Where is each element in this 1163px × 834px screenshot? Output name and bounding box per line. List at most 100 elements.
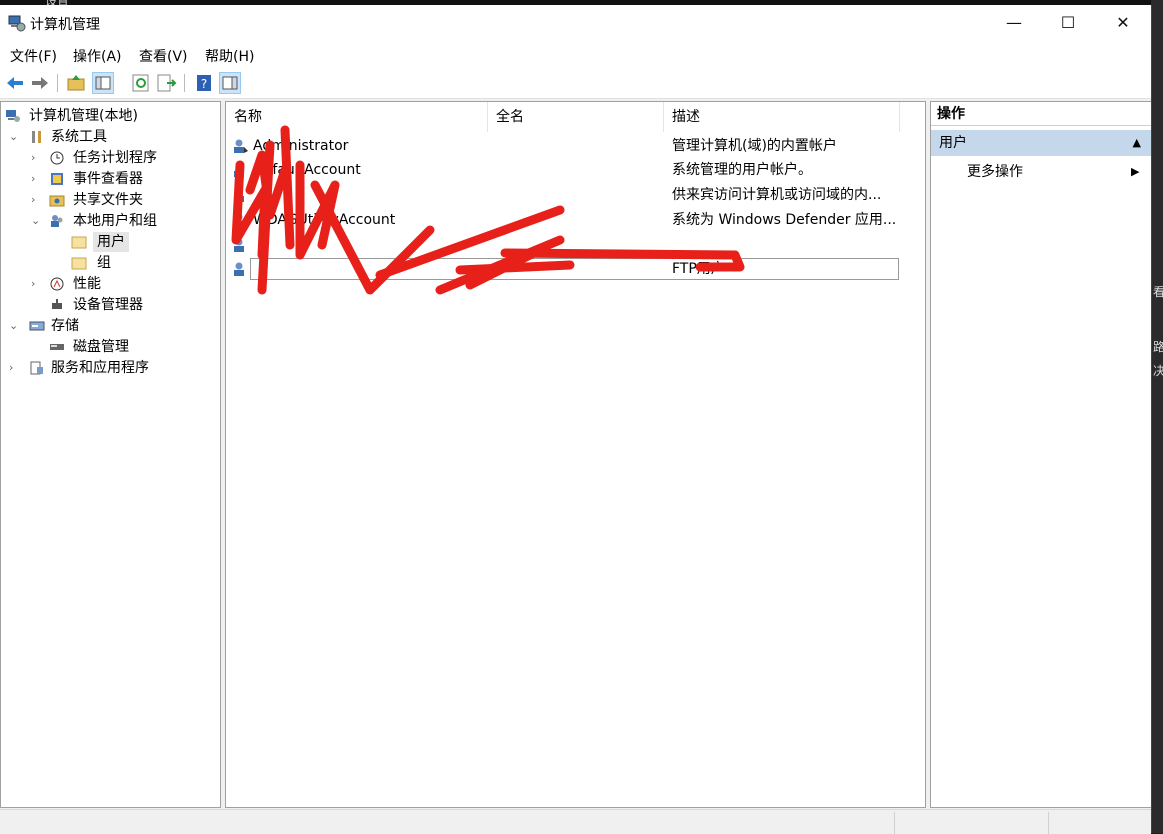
chevron-right-icon[interactable]: › [31, 190, 43, 210]
minimize-button[interactable]: — [991, 5, 1037, 40]
column-description-header[interactable]: 描述 [664, 102, 900, 132]
tree-services-apps[interactable]: › 服务和应用程序 [9, 358, 214, 378]
storage-icon [29, 321, 45, 331]
chevron-down-icon[interactable]: ⌄ [9, 127, 21, 147]
status-separator [1048, 812, 1049, 834]
user-description-cell: 管理计算机(域)的内置帐户 [672, 138, 837, 154]
tree-users-label: 用户 [93, 232, 129, 252]
tree-local-users-groups[interactable]: ⌄ 本地用户和组 [31, 211, 216, 231]
tree-device-manager-label: 设备管理器 [73, 297, 143, 313]
folder-icon [71, 236, 87, 249]
user-description-cell: FTP用户 [672, 261, 725, 277]
tree-disk-management-label: 磁盘管理 [73, 339, 129, 355]
status-separator [894, 812, 895, 834]
tree-groups[interactable]: 组 [71, 253, 201, 273]
actions-header: 操作 [931, 102, 1151, 126]
tree-shared-folders[interactable]: › 共享文件夹 [31, 190, 216, 210]
user-icon [234, 139, 248, 153]
user-name-cell: DefaultAccount [253, 162, 361, 178]
user-row-guest[interactable]: 供来宾访问计算机或访问域的内... [226, 183, 906, 207]
menu-action[interactable]: 操作(A) [73, 46, 122, 66]
tree-services-apps-label: 服务和应用程序 [51, 360, 149, 376]
clock-icon [50, 151, 64, 165]
window-title: 计算机管理 [30, 17, 100, 33]
collapse-icon[interactable]: ▲ [1133, 130, 1141, 156]
action-pane-icon [222, 76, 238, 90]
submenu-arrow-icon[interactable]: ▶ [1131, 160, 1139, 184]
background-text-right3: 决 [1153, 364, 1163, 378]
tree-performance-label: 性能 [73, 276, 101, 292]
tree-root[interactable]: 计算机管理(本地) [5, 106, 215, 126]
refresh-icon[interactable] [130, 72, 152, 94]
tree-storage-label: 存储 [51, 318, 79, 334]
tools-icon [32, 131, 41, 143]
services-icon [30, 361, 43, 375]
user-row-administrator[interactable]: Administrator 管理计算机(域)的内置帐户 [226, 134, 906, 158]
tree-task-scheduler[interactable]: › 任务计划程序 [31, 148, 216, 168]
tree-event-viewer-label: 事件查看器 [73, 171, 143, 187]
actions-section-label: 用户 [939, 135, 967, 151]
svg-text:?: ? [201, 77, 207, 91]
event-viewer-icon [51, 173, 63, 185]
column-name-header[interactable]: 名称 [226, 102, 488, 132]
show-hide-console-tree-button[interactable] [92, 72, 114, 94]
computer-management-icon [6, 110, 20, 122]
help-icon[interactable]: ? [193, 72, 215, 94]
disk-icon [50, 344, 64, 350]
folder-icon [71, 257, 87, 270]
actions-section-users[interactable]: 用户 ▲ [931, 130, 1151, 156]
toolbar-separator [184, 74, 185, 92]
chevron-down-icon[interactable]: ⌄ [31, 211, 43, 231]
tree-performance[interactable]: › 性能 [31, 274, 216, 294]
chevron-right-icon[interactable]: › [9, 358, 21, 378]
user-icon [234, 213, 244, 227]
export-list-icon[interactable] [155, 72, 177, 94]
user-icon [234, 238, 244, 252]
menu-help[interactable]: 帮助(H) [205, 46, 254, 66]
user-row-redacted-1[interactable] [226, 233, 906, 257]
computer-management-window: 计算机管理 — ☐ ✕ 文件(F) 操作(A) 查看(V) 帮助(H) ? 计算… [0, 5, 1152, 834]
close-button[interactable]: ✕ [1100, 5, 1146, 40]
status-bar [0, 809, 1151, 834]
user-description-cell: 系统为 Windows Defender 应用... [672, 212, 897, 228]
tree-groups-label: 组 [97, 255, 111, 271]
actions-pane: 操作 用户 ▲ 更多操作 ▶ [930, 101, 1151, 808]
column-fullname-header[interactable]: 全名 [488, 102, 664, 132]
more-actions-item[interactable]: 更多操作 [967, 160, 1023, 184]
user-icon [234, 262, 244, 276]
toolbar: ? [0, 68, 1151, 99]
tree-disk-management[interactable]: 磁盘管理 [31, 337, 216, 357]
users-list-pane: 名称 全名 描述 Administrator 管理计算机(域)的内置帐户 Def… [225, 101, 926, 808]
show-hide-action-pane-button[interactable] [219, 72, 241, 94]
more-actions-label: 更多操作 [967, 164, 1023, 180]
user-row-redacted-2[interactable]: FTP用户 [226, 257, 906, 281]
menu-view[interactable]: 查看(V) [139, 46, 188, 66]
user-description-cell: 供来宾访问计算机或访问域的内... [672, 187, 882, 203]
chevron-right-icon[interactable]: › [31, 274, 43, 294]
forward-arrow-icon[interactable] [29, 72, 51, 94]
user-name-cell: Administrator [253, 138, 349, 154]
up-folder-icon[interactable] [65, 72, 87, 94]
menu-file[interactable]: 文件(F) [10, 46, 57, 66]
user-row-wdagutilityaccount[interactable]: WDAGUtilityAccount 系统为 Windows Defender … [226, 208, 906, 232]
chevron-right-icon[interactable]: › [31, 169, 43, 189]
maximize-button[interactable]: ☐ [1045, 5, 1091, 40]
title-bar[interactable]: 计算机管理 — ☐ ✕ [0, 5, 1151, 40]
background-text-right1: 看 [1153, 285, 1163, 299]
user-description-cell: 系统管理的用户帐户。 [672, 162, 812, 178]
back-arrow-icon[interactable] [4, 72, 26, 94]
computer-management-icon [8, 15, 26, 32]
tree-event-viewer[interactable]: › 事件查看器 [31, 169, 216, 189]
shared-folder-icon [49, 195, 65, 207]
users-group-icon [51, 215, 63, 227]
user-row-defaultaccount[interactable]: DefaultAccount 系统管理的用户帐户。 [226, 158, 906, 182]
tree-system-tools[interactable]: ⌄ 系统工具 [9, 127, 214, 147]
device-manager-icon [52, 299, 62, 309]
tree-storage[interactable]: ⌄ 存储 [9, 316, 214, 336]
menu-bar: 文件(F) 操作(A) 查看(V) 帮助(H) [0, 40, 1151, 68]
tree-device-manager[interactable]: 设备管理器 [31, 295, 216, 315]
chevron-down-icon[interactable]: ⌄ [9, 316, 21, 336]
background-window-right: 看 路 决 [1151, 0, 1163, 833]
chevron-right-icon[interactable]: › [31, 148, 43, 168]
tree-users[interactable]: 用户 [71, 232, 201, 252]
